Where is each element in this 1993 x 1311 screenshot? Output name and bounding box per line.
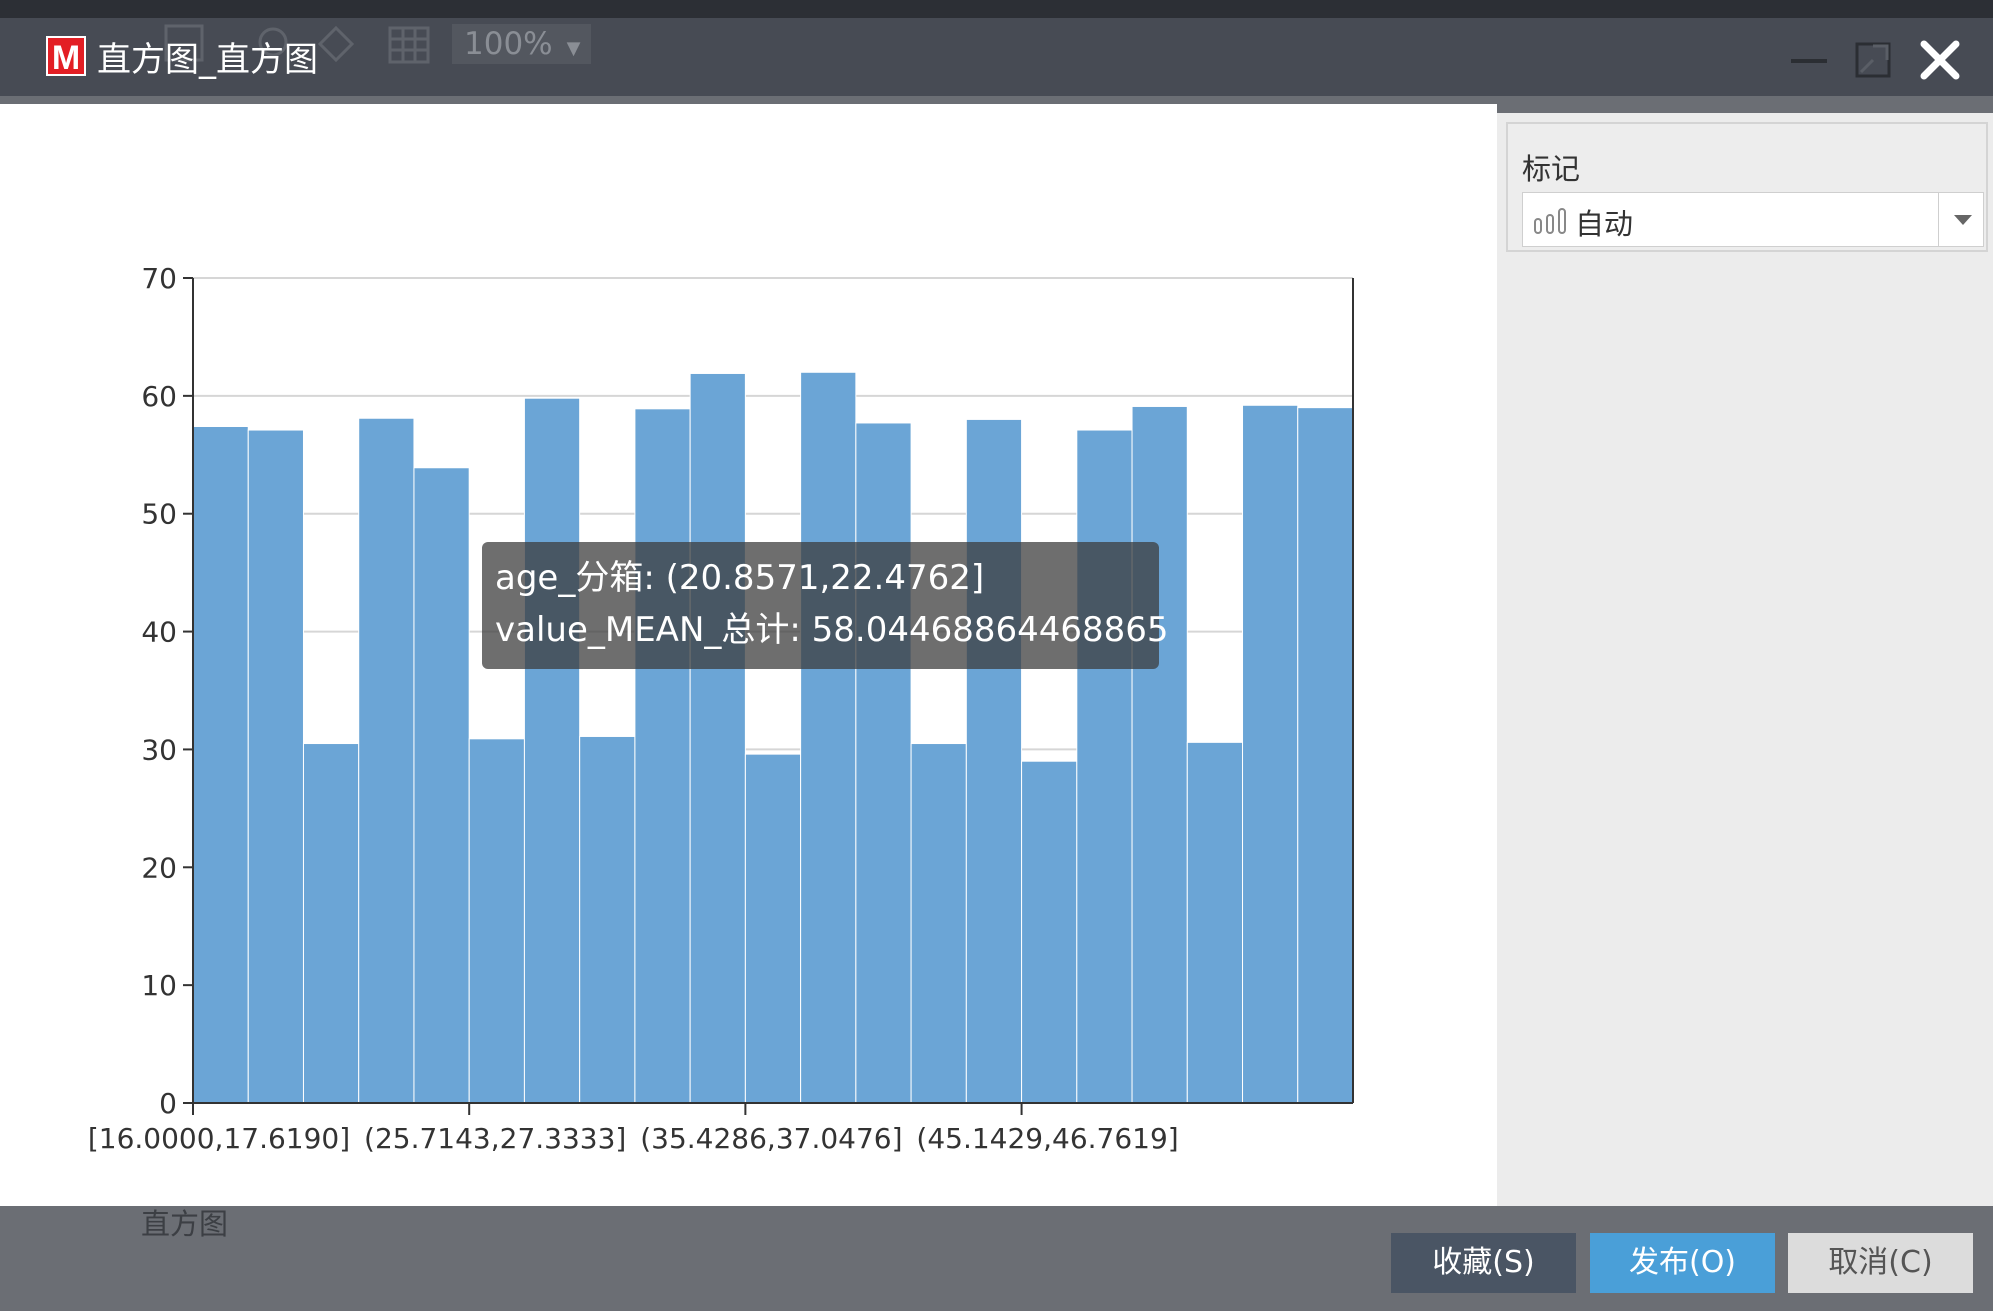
y-tick-label: 40 xyxy=(141,616,177,649)
histogram-bar xyxy=(855,422,912,1104)
histogram-bar xyxy=(1242,404,1299,1104)
x-tick-label: [16.0000,17.6190] xyxy=(88,1122,350,1155)
chart-name-label: 直方图 xyxy=(141,1207,229,1241)
y-tick-label: 30 xyxy=(141,733,177,766)
close-icon[interactable] xyxy=(1918,38,1962,82)
histogram-bar xyxy=(302,743,360,1104)
select-divider xyxy=(1938,193,1939,246)
cancel-button[interactable]: 取消(C) xyxy=(1788,1233,1973,1293)
histogram-bar xyxy=(247,429,304,1104)
minimize-icon[interactable] xyxy=(1787,38,1831,82)
mark-section: 标记 自动 xyxy=(1506,122,1988,252)
y-tick-label: 10 xyxy=(141,969,177,1002)
histogram-bar xyxy=(523,397,581,1104)
y-tick-label: 50 xyxy=(141,498,177,531)
histogram-bar xyxy=(910,743,967,1104)
histogram-bar xyxy=(744,753,802,1104)
y-tick-label: 70 xyxy=(141,262,177,295)
histogram-bar xyxy=(965,418,1023,1104)
ghost-zoom-select: 100% ▼ xyxy=(452,24,591,64)
x-tick-label: (25.7143,27.3333] xyxy=(364,1122,626,1155)
histogram-bar xyxy=(358,417,415,1104)
x-tick-label: (35.4286,37.0476] xyxy=(640,1122,902,1155)
histogram-bar xyxy=(579,735,636,1104)
histogram-bar xyxy=(689,372,746,1104)
publish-button[interactable]: 发布(O) xyxy=(1590,1233,1775,1293)
histogram-bar xyxy=(1021,760,1078,1104)
histogram-bar xyxy=(468,738,525,1104)
y-tick-label: 20 xyxy=(141,851,177,884)
histogram-bar xyxy=(1186,741,1244,1104)
y-tick-label: 60 xyxy=(141,380,177,413)
x-tick-label: (45.1429,46.7619] xyxy=(916,1122,1178,1155)
chart-tooltip: age_分箱: (20.8571,22.4762] value_MEAN_总计:… xyxy=(482,542,1169,669)
window-title: 直方图_直方图 xyxy=(97,40,318,80)
ghost-table-icon xyxy=(388,26,430,64)
app-logo: M xyxy=(46,36,86,77)
collect-button[interactable]: 收藏(S) xyxy=(1391,1233,1576,1293)
bar-chart-icon xyxy=(1534,208,1566,234)
ghost-diamond-icon xyxy=(317,25,355,63)
mark-type-value: 自动 xyxy=(1575,207,1634,241)
histogram-bar xyxy=(634,408,691,1104)
mark-type-select[interactable]: 自动 xyxy=(1522,192,1984,247)
histogram-bar xyxy=(413,467,470,1104)
chevron-down-icon[interactable] xyxy=(1953,213,1973,227)
mark-label: 标记 xyxy=(1522,152,1581,186)
top-strip xyxy=(0,0,1993,18)
tooltip-value: value_MEAN_总计: 58.04468864468865 xyxy=(495,610,1169,650)
histogram-bar xyxy=(1297,407,1354,1104)
maximize-icon[interactable] xyxy=(1851,38,1895,82)
histogram-bar xyxy=(1131,405,1188,1104)
histogram-bar xyxy=(192,426,249,1104)
histogram-bar xyxy=(1076,429,1133,1104)
y-tick-label: 0 xyxy=(159,1087,177,1120)
properties-panel: 标记 自动 xyxy=(1497,113,1993,1212)
tooltip-bin: age_分箱: (20.8571,22.4762] xyxy=(495,558,985,598)
histogram-bar xyxy=(800,371,857,1104)
